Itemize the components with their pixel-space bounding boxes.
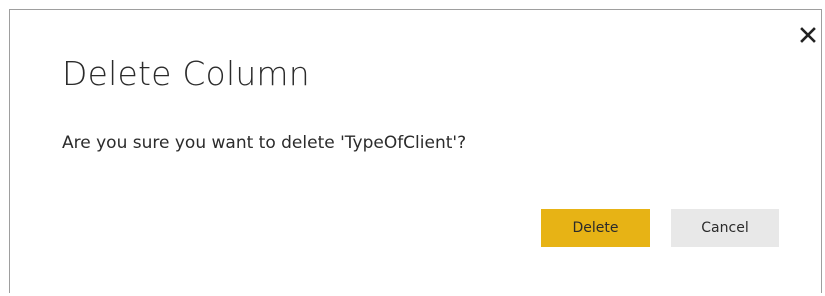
dialog-message: Are you sure you want to delete 'TypeOfC… [62,133,467,153]
close-button[interactable] [796,23,820,47]
close-icon [800,27,816,43]
dialog-title: Delete Column [62,54,310,93]
cancel-button[interactable]: Cancel [671,209,779,247]
delete-column-dialog: Delete Column Are you sure you want to d… [9,9,822,293]
delete-button[interactable]: Delete [541,209,650,247]
